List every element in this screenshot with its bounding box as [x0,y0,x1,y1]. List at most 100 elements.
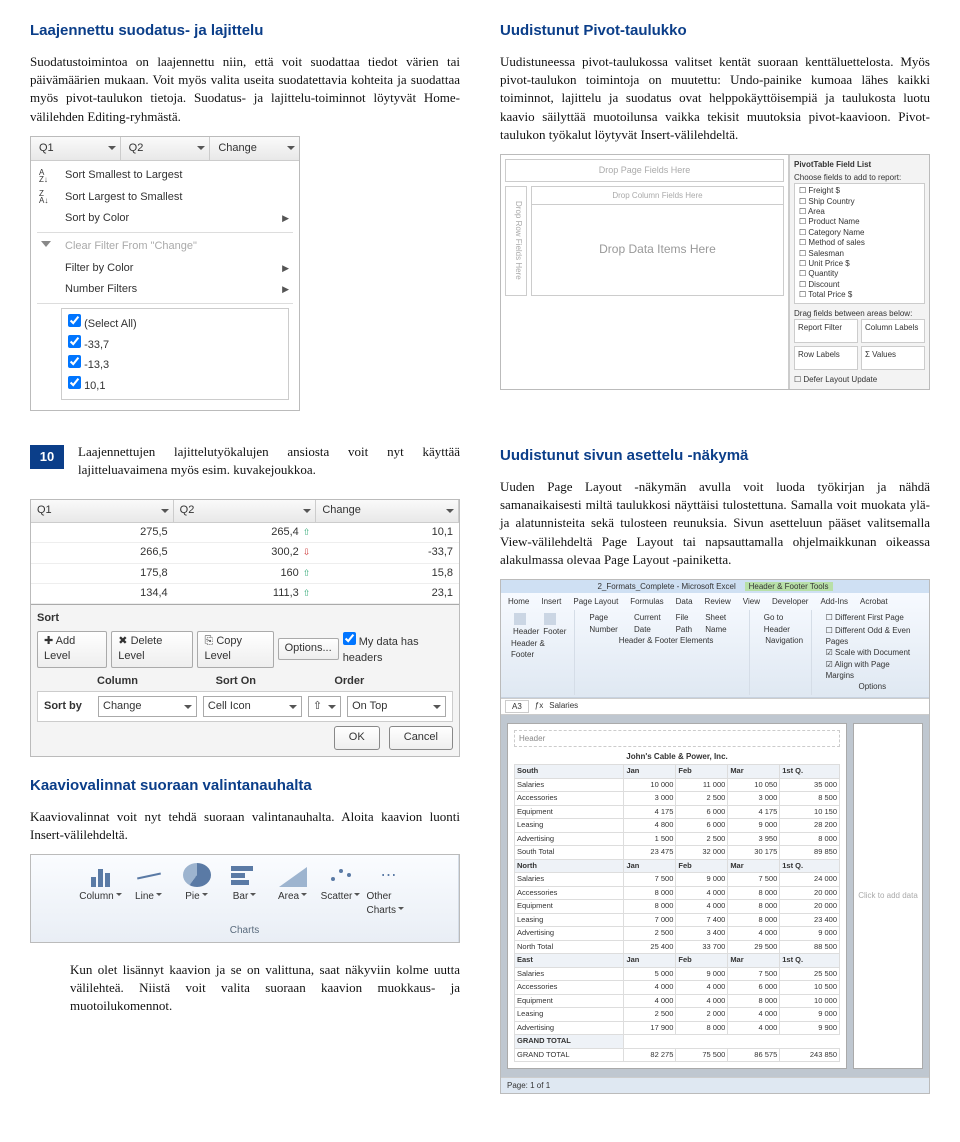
opt-diff-first[interactable]: ☐ Different First Page [826,612,919,623]
pivot-data-area[interactable]: Drop Data Items Here [532,205,783,295]
ribbon-item[interactable]: Header [513,627,539,636]
cell: 300,2 [174,543,317,562]
field-item[interactable]: ☐ Product Name [799,217,920,227]
filter-col-q1[interactable]: Q1 [31,137,121,160]
cell: 111,3 [174,584,317,603]
ribbon-groups: Header Footer Header & Footer Page Numbe… [505,610,925,694]
opt-diff-odd-even[interactable]: ☐ Different Odd & Even Pages [826,625,919,647]
tab-view[interactable]: View [740,595,763,608]
group-label: Options [859,681,887,692]
menu-filter-by-color[interactable]: Filter by Color ▶ [31,258,299,279]
field-item[interactable]: ☐ Total Price $ [799,290,920,300]
copy-level-button[interactable]: ⎘ Copy Level [197,631,273,668]
chart-line-button[interactable]: Line [125,859,173,922]
sorton-dropdown[interactable]: Cell Icon [203,696,302,717]
check-item[interactable]: -33,7 [68,334,282,354]
sortby-label: Sort by [44,699,92,714]
tab-formulas[interactable]: Formulas [627,595,666,608]
filter-col-change[interactable]: Change [210,137,299,160]
tab-acrobat[interactable]: Acrobat [857,595,891,608]
tab-pagelayout[interactable]: Page Layout [570,595,621,608]
field-item[interactable]: ☐ Salesman [799,249,920,259]
ribbon-item[interactable]: Current Date [634,612,673,634]
chart-label: Column [79,890,121,904]
delete-level-button[interactable]: ✖ Delete Level [111,631,193,668]
chart-pie-button[interactable]: Pie [173,859,221,922]
order-icon-dropdown[interactable]: ⇧ [308,696,341,717]
chart-other-button[interactable]: Other Charts [365,859,413,922]
ribbon-item[interactable]: Footer [543,627,566,636]
tab-home[interactable]: Home [505,595,532,608]
menu-sort-desc[interactable]: Sort Largest to Smallest [31,187,299,208]
field-item[interactable]: ☐ Discount [799,280,920,290]
pivot-page-fields[interactable]: Drop Page Fields Here [505,159,784,182]
sort-col-change[interactable]: Change [316,500,459,521]
field-item[interactable]: ☐ Area [799,207,920,217]
my-data-has-headers[interactable]: My data has headers [343,632,453,666]
formula-bar[interactable]: Salaries [549,700,578,713]
tab-review[interactable]: Review [702,595,734,608]
checkbox[interactable] [68,376,81,389]
options-button[interactable]: Options... [278,638,339,659]
field-item[interactable]: ☐ Ship Country [799,197,920,207]
opt-scale[interactable]: ☑ Scale with Document [826,647,919,658]
menu-sort-by-color[interactable]: Sort by Color ▶ [31,208,299,229]
pivot-field-list[interactable]: ☐ Freight $ ☐ Ship Country ☐ Area ☐ Prod… [794,183,925,303]
area-report-filter[interactable]: Report Filter [794,319,858,343]
cell: 15,8 [316,564,459,583]
add-data-pane[interactable]: Click to add data [853,723,923,1069]
name-box[interactable]: A3 [505,700,529,713]
ribbon-item[interactable]: File Path [676,612,703,634]
opt-align[interactable]: ☑ Align with Page Margins [826,659,919,681]
checkbox[interactable] [343,632,356,645]
pivot-row-fields[interactable]: Drop Row Fields Here [505,186,527,296]
filter-checklist: (Select All) -33,7 -13,3 10,1 [61,308,289,400]
chart-column-button[interactable]: Column [77,859,125,922]
chart-scatter-button[interactable]: Scatter [317,859,365,922]
ok-button[interactable]: OK [334,726,380,749]
defer-update[interactable]: ☐ Defer Layout Update [794,374,925,385]
field-item[interactable]: ☐ Method of sales [799,238,920,248]
checkbox[interactable] [68,355,81,368]
sortby-dropdown[interactable]: Change [98,696,197,717]
field-item[interactable]: ☐ Freight $ [799,186,920,196]
area-column-labels[interactable]: Column Labels [861,319,925,343]
checkbox[interactable] [68,335,81,348]
area-row-labels[interactable]: Row Labels [794,346,858,370]
menu-sort-asc[interactable]: Sort Smallest to Largest [31,165,299,186]
check-item[interactable]: -13,3 [68,354,282,374]
submenu-arrow-icon: ▶ [282,283,289,296]
filter-col-q2[interactable]: Q2 [121,137,211,160]
pivot-col-fields[interactable]: Drop Column Fields Here [532,187,783,205]
chart-area-button[interactable]: Area [269,859,317,922]
field-item[interactable]: ☐ Unit Price $ [799,259,920,269]
field-item[interactable]: ☐ Quantity [799,269,920,279]
cell: 23,1 [316,584,459,603]
menu-number-filters[interactable]: Number Filters ▶ [31,279,299,300]
order-dropdown[interactable]: On Top [347,696,446,717]
tab-developer[interactable]: Developer [769,595,811,608]
chart-label: Other Charts [367,890,411,918]
area-values[interactable]: Σ Values [861,346,925,370]
tab-insert[interactable]: Insert [538,595,564,608]
field-item[interactable]: ☐ Category Name [799,228,920,238]
cell: 10,1 [316,523,459,542]
check-select-all[interactable]: (Select All) [68,313,282,333]
figure-charts-ribbon: Column Line Pie Bar [30,854,460,943]
cancel-button[interactable]: Cancel [389,726,453,749]
add-level-button[interactable]: ✚ Add Level [37,631,107,668]
funnel-icon [39,240,55,254]
ribbon-item[interactable]: Go to Header [764,612,805,634]
header-area[interactable]: Header [514,730,840,747]
group-label: Header & Footer [511,638,568,660]
chart-bar-button[interactable]: Bar [221,859,269,922]
fx-icon: ƒx [535,700,543,713]
sort-col-q1[interactable]: Q1 [31,500,174,521]
checkbox[interactable] [68,314,81,327]
ribbon-item[interactable]: Sheet Name [705,612,743,634]
tab-data[interactable]: Data [673,595,696,608]
check-item[interactable]: 10,1 [68,375,282,395]
tab-addins[interactable]: Add-Ins [817,595,851,608]
sort-col-q2[interactable]: Q2 [174,500,317,521]
ribbon-item[interactable]: Page Number [589,612,631,634]
